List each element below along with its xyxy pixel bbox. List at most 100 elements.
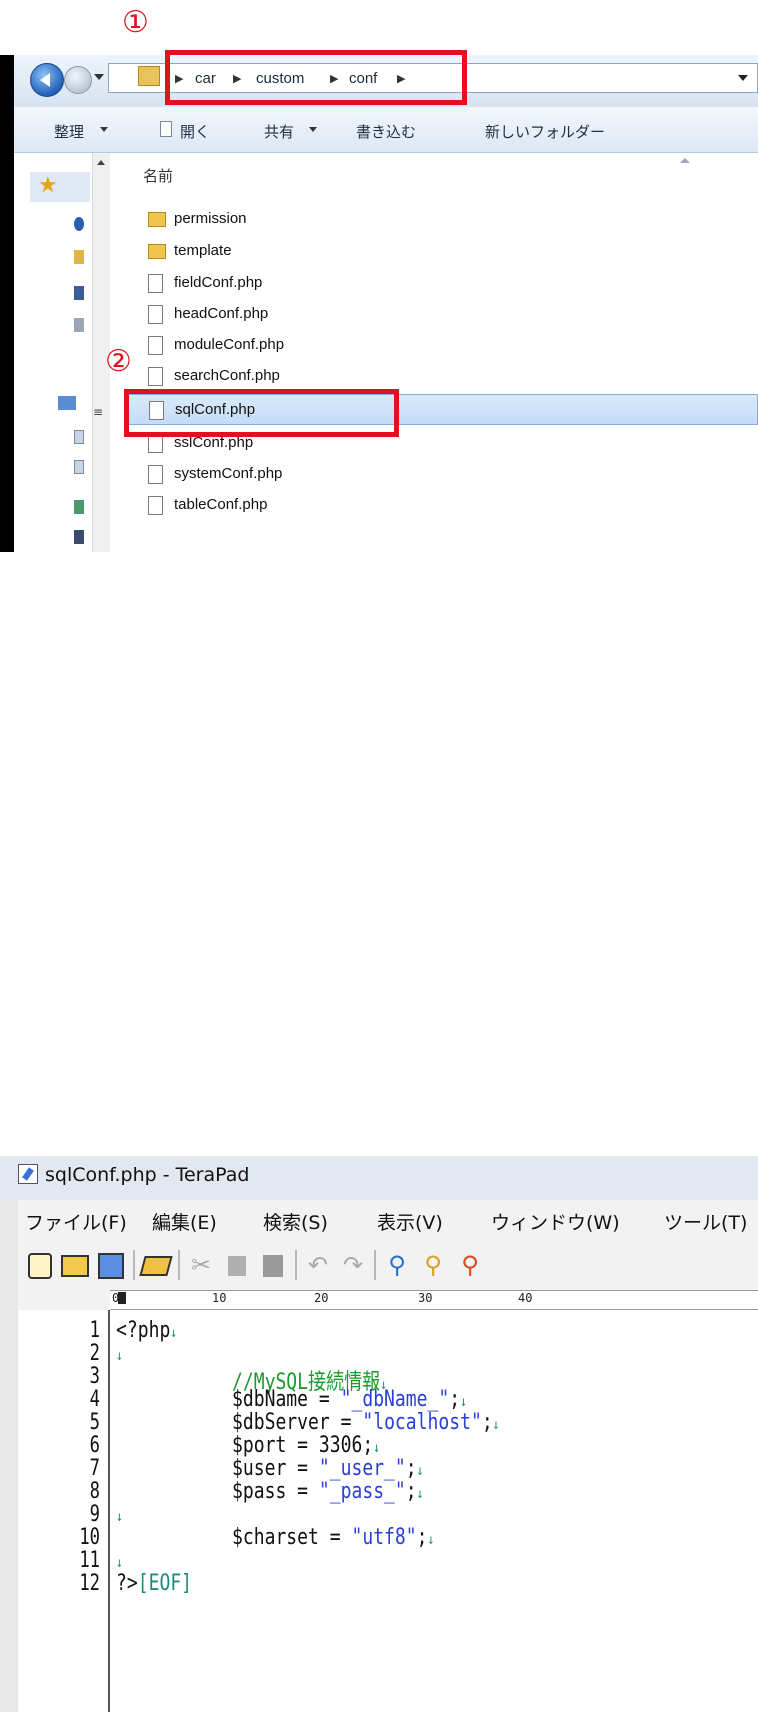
code-semicolon: ; xyxy=(481,1410,493,1435)
redo-icon[interactable]: ↷ xyxy=(338,1250,368,1280)
menu-search[interactable]: 検索(S) xyxy=(263,1208,328,1235)
document-icon xyxy=(74,430,84,444)
libraries-icon xyxy=(58,396,76,410)
code-string: "_dbName_" xyxy=(340,1387,450,1412)
cursor-column-marker xyxy=(118,1292,126,1304)
explorer-window: ▶ car ▶ custom ▶ conf ▶ 整理 開く 共有 書き込む 新し… xyxy=(0,0,758,552)
code-line-11: ↓ xyxy=(116,1548,123,1573)
list-item[interactable]: moduleConf.php xyxy=(138,330,758,361)
menu-view[interactable]: 表示(V) xyxy=(377,1208,443,1235)
eol-mark-icon: ↓ xyxy=(170,1325,178,1341)
open-folder-icon[interactable] xyxy=(60,1250,90,1280)
eol-mark-icon: ↓ xyxy=(492,1417,500,1433)
name-column-header[interactable]: 名前 xyxy=(143,165,173,186)
toolbar-separator xyxy=(295,1250,297,1280)
terapad-window: sqlConf.php - TeraPad ファイル(F) 編集(E) 検索(S… xyxy=(0,578,758,1712)
file-icon xyxy=(148,367,163,386)
list-item[interactable]: systemConf.php xyxy=(138,459,758,490)
eol-mark-icon: ↓ xyxy=(427,1532,435,1548)
replace-icon[interactable]: ⚲ xyxy=(455,1250,485,1280)
videos-icon xyxy=(74,530,84,544)
code-semicolon: ; xyxy=(449,1387,461,1412)
code-string: "utf8" xyxy=(351,1525,417,1550)
network-icon xyxy=(74,318,84,332)
line-number: 3 xyxy=(89,1364,100,1389)
code-variable: $user = xyxy=(232,1456,319,1481)
forward-arrow-icon[interactable] xyxy=(64,66,92,94)
ruler xyxy=(110,1290,758,1310)
splitter-grip-icon[interactable]: ≡ xyxy=(93,405,103,419)
line-number: 6 xyxy=(89,1433,100,1458)
list-item[interactable]: headConf.php xyxy=(138,299,758,330)
address-highlight-box xyxy=(165,50,467,105)
new-file-icon[interactable] xyxy=(25,1250,55,1280)
burn-button[interactable]: 書き込む xyxy=(356,121,416,142)
back-arrow-icon[interactable] xyxy=(30,63,64,97)
toolbar-separator xyxy=(178,1250,180,1280)
code-line-2: ↓ xyxy=(116,1341,123,1366)
open-button[interactable]: 開く xyxy=(180,121,210,142)
code-variable: $charset = xyxy=(232,1525,352,1550)
menu-file[interactable]: ファイル(F) xyxy=(25,1208,127,1235)
menu-edit[interactable]: 編集(E) xyxy=(152,1208,217,1235)
window-edge xyxy=(0,55,14,552)
find-icon[interactable]: ⚲ xyxy=(382,1250,412,1280)
window-title: sqlConf.php - TeraPad xyxy=(45,1164,250,1186)
new-folder-button[interactable]: 新しいフォルダー xyxy=(485,121,605,142)
line-number: 10 xyxy=(79,1525,100,1550)
code-text: ?> xyxy=(116,1571,138,1596)
file-icon xyxy=(148,274,163,293)
eol-mark-icon: ↓ xyxy=(416,1486,424,1502)
text-editor-area[interactable] xyxy=(110,1310,758,1712)
paste-icon[interactable] xyxy=(258,1250,288,1280)
file-name: permission xyxy=(174,210,247,227)
code-variable: $dbName = xyxy=(232,1387,341,1412)
folder-icon xyxy=(138,66,160,86)
list-item[interactable]: tableConf.php xyxy=(138,490,758,521)
eol-mark-icon: ↓ xyxy=(116,1555,123,1571)
list-item[interactable]: searchConf.php xyxy=(138,361,758,392)
document-icon xyxy=(74,460,84,474)
scroll-up-icon[interactable] xyxy=(97,160,105,165)
line-number: 11 xyxy=(79,1548,100,1573)
undo-icon[interactable]: ↶ xyxy=(303,1250,333,1280)
open-icon xyxy=(160,121,172,137)
folder-icon xyxy=(148,244,166,259)
code-semicolon: ; xyxy=(405,1479,417,1504)
pictures-icon xyxy=(74,500,84,514)
ruler-label: 20 xyxy=(314,1291,329,1305)
file-icon xyxy=(148,465,163,484)
desktop-icon xyxy=(74,286,84,300)
copy-icon[interactable] xyxy=(222,1250,252,1280)
share-button[interactable]: 共有 xyxy=(264,121,294,142)
history-dropdown-icon[interactable] xyxy=(94,74,104,80)
cut-icon[interactable]: ✂ xyxy=(186,1250,216,1280)
menu-window[interactable]: ウィンドウ(W) xyxy=(491,1208,620,1235)
code-line-4: $dbName = "_dbName_";↓ xyxy=(232,1387,467,1412)
eof-marker: [EOF] xyxy=(137,1571,193,1596)
line-number: 5 xyxy=(89,1410,100,1435)
list-item[interactable]: template xyxy=(138,236,758,267)
folder-icon xyxy=(74,250,84,264)
toolbar-separator xyxy=(133,1250,135,1280)
code-line-7: $user = "_user_";↓ xyxy=(232,1456,424,1481)
step-2-marker: ② xyxy=(105,344,132,379)
code-text: <?php xyxy=(116,1318,171,1343)
find-next-icon[interactable]: ⚲ xyxy=(418,1250,448,1280)
print-icon[interactable] xyxy=(139,1250,173,1280)
step-1-marker: ① xyxy=(122,5,149,40)
toolbar-separator xyxy=(374,1250,376,1280)
file-name: headConf.php xyxy=(174,305,269,322)
address-dropdown-icon[interactable] xyxy=(738,75,748,81)
list-item[interactable]: permission xyxy=(138,204,758,235)
save-icon[interactable] xyxy=(96,1250,126,1280)
file-icon xyxy=(148,496,163,515)
terapad-app-icon xyxy=(18,1164,38,1184)
code-string: "localhost" xyxy=(362,1410,482,1435)
file-name: fieldConf.php xyxy=(174,274,263,291)
eol-mark-icon: ↓ xyxy=(116,1509,123,1525)
list-item[interactable]: fieldConf.php xyxy=(138,268,758,299)
organize-button[interactable]: 整理 xyxy=(54,121,84,142)
ruler-label: 10 xyxy=(212,1291,227,1305)
menu-tools[interactable]: ツール(T) xyxy=(664,1208,747,1235)
